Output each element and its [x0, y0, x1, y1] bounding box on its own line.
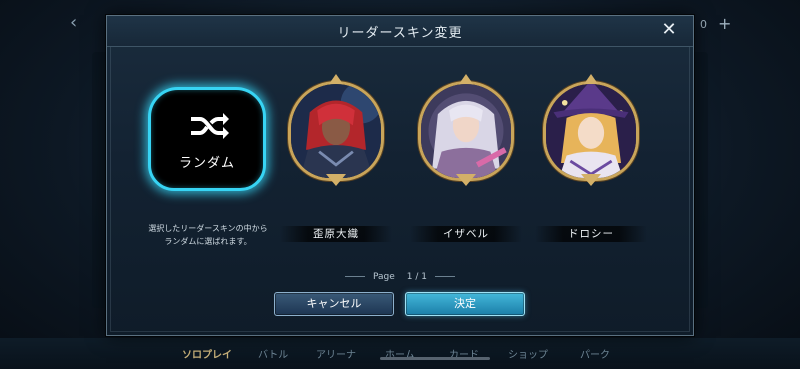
- plus-icon: +: [718, 14, 732, 33]
- skin-name-3: ドロシー: [535, 226, 647, 242]
- random-skin-option[interactable]: ランダム: [148, 87, 266, 191]
- ornament-icon: [456, 174, 476, 186]
- pager-right-line: [435, 276, 455, 277]
- ornament-icon: [459, 74, 473, 84]
- ornament-icon: [584, 74, 598, 84]
- pager: Page 1 / 1: [0, 272, 800, 282]
- nav-item-shop: ショップ: [508, 350, 548, 361]
- skin-frame: [537, 74, 645, 186]
- back-arrow-icon: ‹: [70, 12, 78, 33]
- ornament-icon: [581, 174, 601, 186]
- close-icon[interactable]: ✕: [659, 20, 679, 40]
- nav-item-battle: バトル: [258, 350, 289, 361]
- page-indicator: 1 / 1: [406, 272, 427, 282]
- page-label: Page: [372, 272, 395, 282]
- cancel-button[interactable]: キャンセル: [274, 292, 394, 316]
- shuffle-icon: [191, 113, 229, 139]
- background-counter: 0: [700, 18, 707, 31]
- skin-option-1[interactable]: [280, 74, 392, 186]
- skin-frame: [412, 74, 520, 186]
- skin-name-1: 歪原大織: [280, 226, 392, 242]
- pager-left-line: [344, 276, 365, 277]
- nav-item-solo: ソロプレイ: [182, 350, 232, 361]
- modal-title: リーダースキン変更: [337, 26, 463, 41]
- nav-item-arena: アリーナ: [316, 350, 356, 361]
- portrait-silver-haired-mage: [418, 81, 514, 181]
- ornament-icon: [329, 74, 343, 84]
- modal-header: リーダースキン変更 ✕: [107, 16, 693, 47]
- nav-item-park: パーク: [580, 350, 610, 361]
- skin-name-2: イザベル: [410, 226, 522, 242]
- portrait-blonde-witch: [543, 81, 639, 181]
- skin-frame: [282, 74, 390, 186]
- skin-option-3[interactable]: [535, 74, 647, 186]
- ornament-icon: [326, 174, 346, 186]
- portrait-red-haired-warrior: [288, 81, 384, 181]
- confirm-button[interactable]: 決定: [405, 292, 525, 316]
- random-description: 選択したリーダースキンの中から ランダムに選ばれます。: [148, 224, 268, 246]
- skin-option-2[interactable]: [410, 74, 522, 186]
- home-indicator: [380, 357, 490, 360]
- random-label: ランダム: [178, 156, 235, 171]
